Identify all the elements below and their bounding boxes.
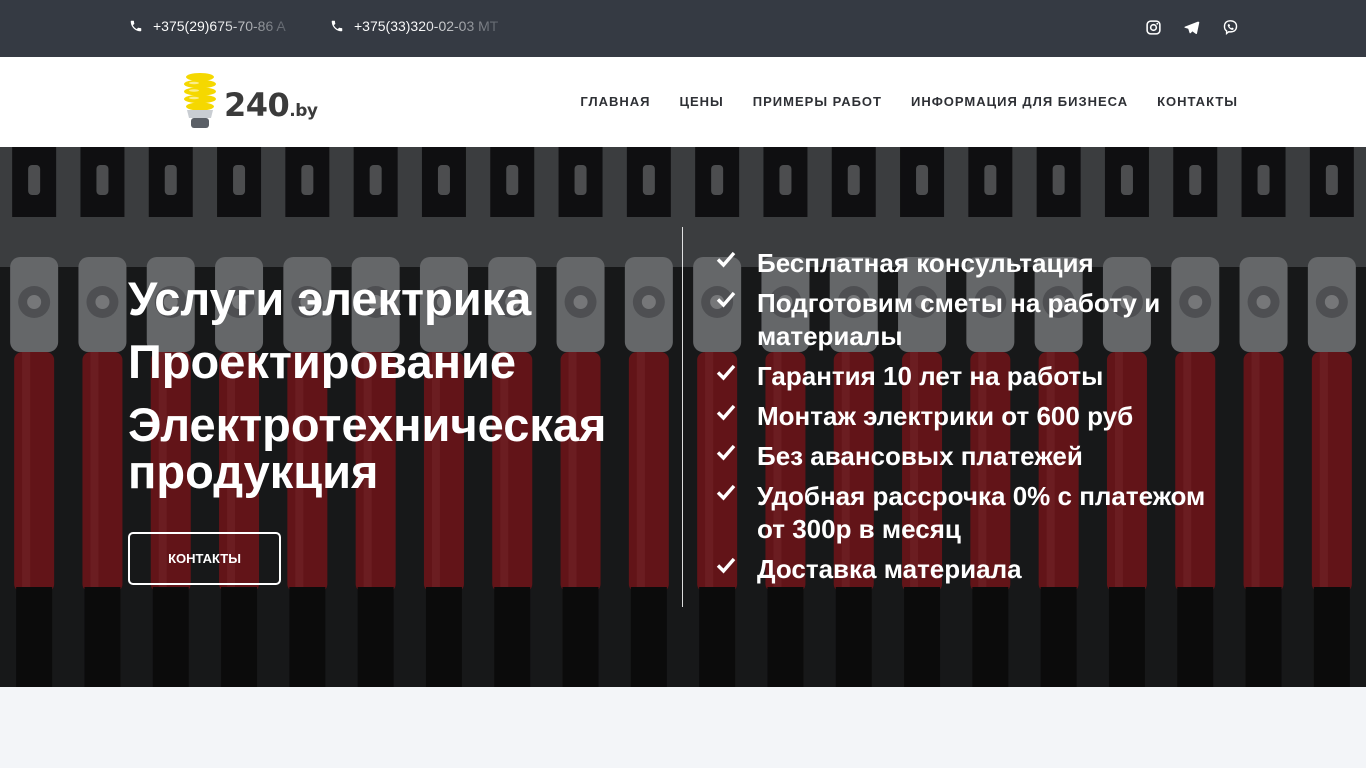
instagram-link[interactable] [1143, 17, 1163, 37]
telegram-icon [1183, 20, 1199, 34]
check-icon [716, 444, 736, 461]
hero-divider [682, 227, 683, 607]
check-icon [716, 251, 736, 268]
feature-item: Удобная рассрочка 0% с платежом от 300р … [716, 480, 1226, 546]
feature-item: Гарантия 10 лет на работы [716, 360, 1226, 393]
site-logo[interactable]: 240.by [182, 72, 318, 132]
feature-item: Без авансовых платежей [716, 440, 1226, 473]
check-icon [716, 404, 736, 421]
viber-icon [1223, 19, 1237, 35]
features-list: Бесплатная консультация Подготовим сметы… [716, 247, 1226, 593]
instagram-icon [1145, 19, 1161, 35]
viber-link[interactable] [1220, 17, 1240, 37]
nav-home[interactable]: ГЛАВНАЯ [580, 94, 650, 109]
hero-section: Услуги электрика Проектирование Электрот… [0, 147, 1366, 687]
logo-text: 240.by [224, 86, 318, 124]
nav-business-info[interactable]: ИНФОРМАЦИЯ ДЛЯ БИЗНЕСА [911, 94, 1128, 109]
check-icon [716, 291, 736, 308]
feature-item: Бесплатная консультация [716, 247, 1226, 280]
phone-icon [331, 20, 343, 32]
nav-contacts[interactable]: КОНТАКТЫ [1157, 94, 1238, 109]
main-nav: ГЛАВНАЯ ЦЕНЫ ПРИМЕРЫ РАБОТ ИНФОРМАЦИЯ ДЛ… [580, 94, 1238, 109]
next-section [0, 687, 1366, 768]
lightbulb-icon [184, 73, 216, 128]
phone-icon [130, 20, 142, 32]
feature-item: Подготовим сметы на работу и материалы [716, 287, 1226, 353]
top-bar: +375(29)675-70-86 A +375(33)320-02-03 MT [0, 0, 1366, 57]
hero-title-products: Электротехническая продукция [128, 398, 607, 498]
phone-number-2: +375(33)320-02-03 MT [354, 18, 499, 34]
phone-number-1: +375(29)675-70-86 A [153, 18, 286, 34]
check-icon [716, 364, 736, 381]
feature-item: Доставка материала [716, 553, 1226, 586]
site-header: 240.by ГЛАВНАЯ ЦЕНЫ ПРИМЕРЫ РАБОТ ИНФОРМ… [0, 57, 1366, 147]
phone-link-1[interactable]: +375(29)675-70-86 A [129, 18, 286, 34]
feature-item: Монтаж электрики от 600 руб [716, 400, 1226, 433]
hero-title-design: Проектирование [128, 335, 517, 388]
check-icon [716, 557, 736, 574]
telegram-link[interactable] [1181, 17, 1201, 37]
nav-prices[interactable]: ЦЕНЫ [680, 94, 724, 109]
hero-titles: Услуги электрика Проектирование Электрот… [128, 275, 648, 511]
hero-title-services: Услуги электрика [128, 272, 532, 325]
contacts-button[interactable]: КОНТАКТЫ [128, 532, 281, 585]
nav-works[interactable]: ПРИМЕРЫ РАБОТ [753, 94, 882, 109]
check-icon [716, 484, 736, 501]
phone-link-2[interactable]: +375(33)320-02-03 MT [330, 18, 498, 34]
